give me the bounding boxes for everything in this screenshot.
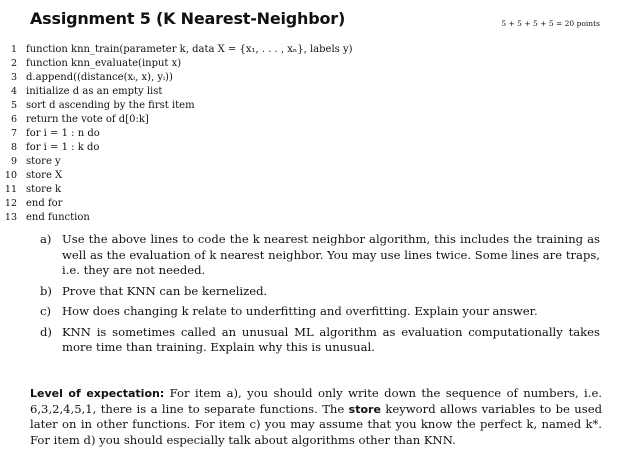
code-text: for i = 1 : k do — [26, 142, 100, 153]
line-number: 4 — [10, 86, 17, 97]
question-item: b) Prove that KNN can be kernelized. — [40, 284, 600, 300]
question-text: Prove that KNN can be kernelized. — [62, 283, 268, 298]
code-text: sort d ascending by the first item — [26, 100, 195, 111]
code-line: 6 return the vote of d[0:k] — [3, 113, 613, 127]
code-line: 8 for i = 1 : k do — [3, 141, 613, 155]
question-label: d) — [40, 324, 52, 339]
question-label: b) — [40, 283, 52, 298]
code-text: return the vote of d[0:k] — [26, 114, 149, 125]
code-text: store k — [26, 184, 62, 195]
question-item: a) Use the above lines to code the k nea… — [40, 232, 600, 279]
code-text: end for — [26, 198, 63, 209]
code-line: 1 function knn_train(parameter k, data X … — [3, 43, 613, 57]
line-number: 6 — [10, 114, 17, 125]
expectation-paragraph: Level of expectation: For item a), you s… — [30, 386, 602, 448]
question-text: How does changing k relate to underfitti… — [62, 304, 538, 318]
line-number: 9 — [10, 156, 17, 167]
assignment-title: Assignment 5 (K Nearest-Neighbor) — [30, 9, 346, 28]
header: Assignment 5 (K Nearest-Neighbor) 5 + 5 … — [30, 9, 600, 35]
code-line: 5 sort d ascending by the first item — [3, 99, 613, 113]
code-line: 12 end for — [3, 197, 613, 211]
code-text: initialize d as an empty list — [26, 86, 163, 97]
code-line: 10 store X — [3, 169, 613, 183]
code-text: function knn_train(parameter k, data X =… — [26, 44, 353, 55]
code-text: end function — [26, 212, 90, 223]
code-line: 9 store y — [3, 155, 613, 169]
line-number: 2 — [10, 58, 17, 69]
question-item: d) KNN is sometimes called an unusual ML… — [40, 325, 600, 356]
code-line: 4 initialize d as an empty list — [3, 85, 613, 99]
code-text: d.append((distance(xᵢ, x), yᵢ)) — [26, 72, 173, 83]
code-text: function knn_evaluate(input x) — [26, 58, 182, 69]
line-number: 1 — [10, 44, 17, 55]
code-text: for i = 1 : n do — [26, 128, 100, 139]
code-line: 7 for i = 1 : n do — [3, 127, 613, 141]
code-text: store y — [26, 156, 61, 167]
line-number: 3 — [10, 72, 17, 83]
line-number: 7 — [10, 128, 17, 139]
code-line: 11 store k — [3, 183, 613, 197]
line-number: 5 — [10, 100, 17, 111]
questions-list: a) Use the above lines to code the k nea… — [40, 232, 600, 361]
line-number: 8 — [10, 142, 17, 153]
code-listing: 1 function knn_train(parameter k, data X … — [3, 43, 613, 225]
question-label: c) — [40, 304, 52, 318]
points-label: 5 + 5 + 5 + 5 = 20 points — [501, 19, 600, 28]
question-text: Use the above lines to code the k neares… — [62, 232, 600, 277]
line-number: 13 — [4, 212, 17, 223]
line-number: 11 — [4, 184, 17, 195]
question-item: c) How does changing k relate to underfi… — [40, 304, 600, 320]
code-text: store X — [26, 170, 63, 181]
code-line: 3 d.append((distance(xᵢ, x), yᵢ)) — [3, 71, 613, 85]
question-text: KNN is sometimes called an unusual ML al… — [62, 324, 600, 355]
code-line: 13 end function — [3, 211, 613, 225]
code-line: 2 function knn_evaluate(input x) — [3, 57, 613, 71]
line-number: 12 — [4, 198, 17, 209]
store-keyword: store — [348, 402, 381, 416]
question-label: a) — [40, 232, 52, 246]
line-number: 10 — [4, 170, 17, 181]
expectation-heading: Level of expectation: — [30, 387, 165, 400]
